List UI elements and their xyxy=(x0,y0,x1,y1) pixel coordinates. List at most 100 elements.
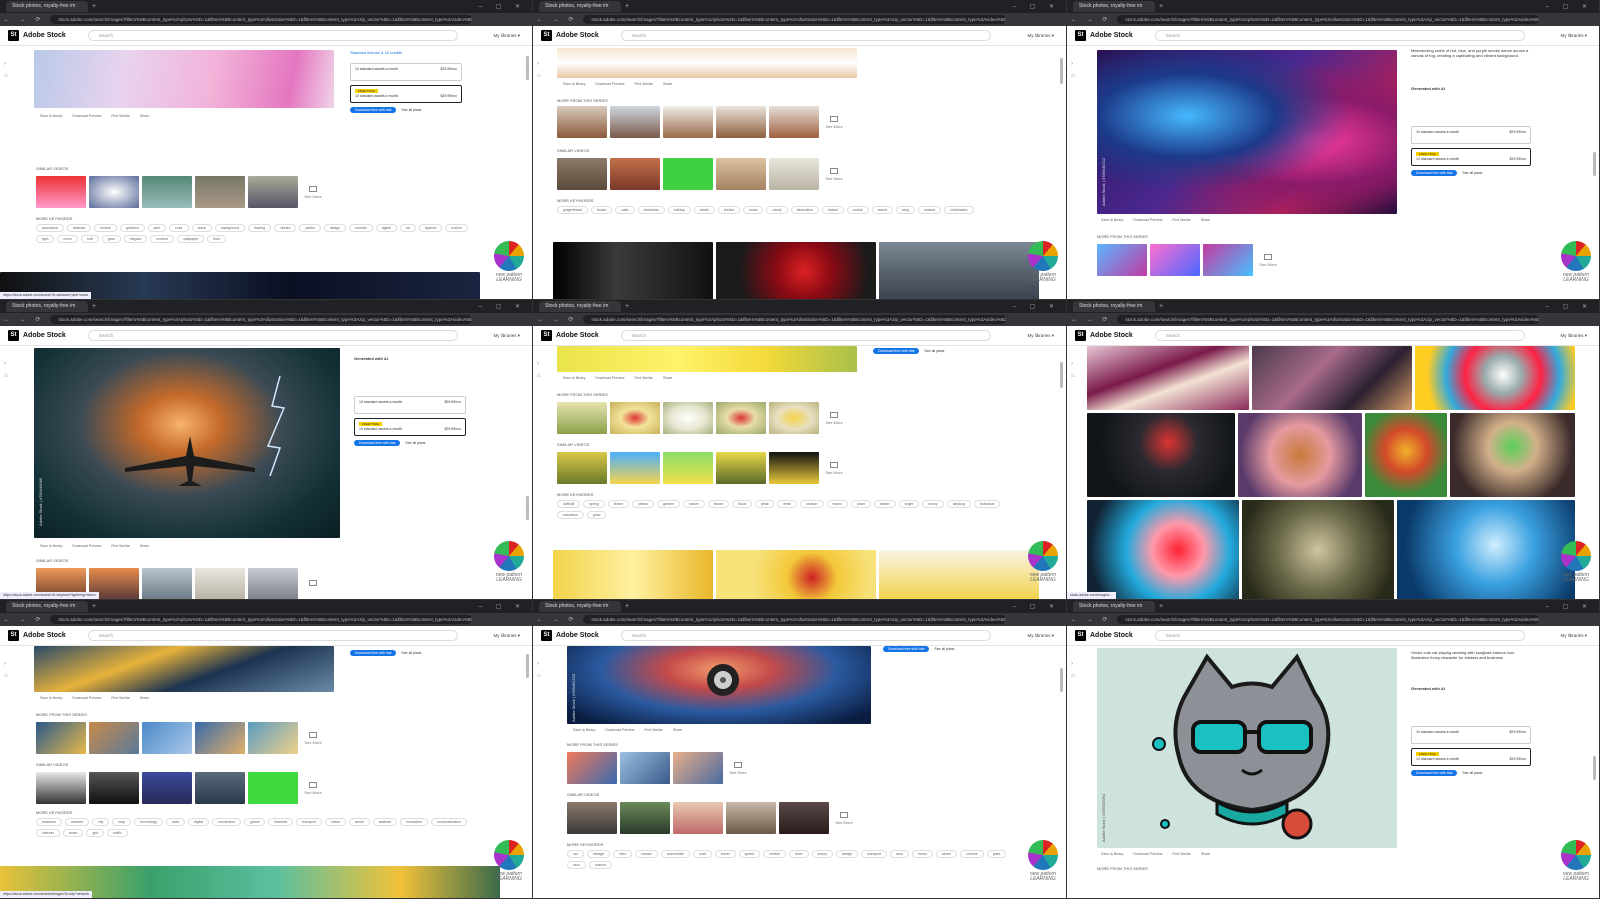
keyword-chip[interactable]: pastel xyxy=(299,224,321,232)
browser-tab[interactable]: Stock photos, royalty-free im xyxy=(539,1,621,12)
adobe-stock-logo[interactable]: St xyxy=(541,630,552,641)
thumbnail[interactable] xyxy=(195,722,245,754)
keyword-chip[interactable]: narcissus xyxy=(557,511,584,519)
browser-tab[interactable]: Stock photos, royalty-free im xyxy=(6,601,88,612)
keyword-chip[interactable]: decoration xyxy=(790,206,820,214)
window-controls[interactable]: – ▢ ✕ xyxy=(479,3,526,10)
rail-icons[interactable]: › ⌂ xyxy=(4,358,8,382)
keyword-chip[interactable]: season xyxy=(918,206,942,214)
scrollbar[interactable] xyxy=(1593,152,1596,176)
keyword-chip[interactable]: light xyxy=(36,235,55,243)
image-tile[interactable] xyxy=(1365,413,1447,497)
keyword-chip[interactable]: wheel xyxy=(935,850,958,858)
keyword-chip[interactable]: snow xyxy=(743,206,764,214)
new-tab-icon[interactable]: + xyxy=(625,303,629,310)
main-image[interactable] xyxy=(34,50,334,108)
thumbnail[interactable] xyxy=(567,802,617,834)
preview-button[interactable]: Download Preview xyxy=(595,82,624,86)
keyword-chip[interactable]: abstract xyxy=(66,224,92,232)
browser-tab[interactable]: Stock photos, royalty-free im xyxy=(6,301,88,312)
rail-icons[interactable]: › ⌂ xyxy=(537,658,541,682)
save-library-button[interactable]: Save to library xyxy=(1101,852,1123,856)
keyword-chip[interactable]: festive xyxy=(718,206,741,214)
window-controls[interactable]: – ▢ ✕ xyxy=(1546,303,1593,310)
libraries-menu[interactable]: My libraries ▾ xyxy=(1560,633,1587,639)
image-tile[interactable] xyxy=(1238,413,1362,497)
keyword-chip[interactable]: race xyxy=(567,861,586,869)
nav-icons[interactable]: ← → ⟳ xyxy=(4,616,44,623)
address-input[interactable]: stock.adobe.com/search/images?filters%5B… xyxy=(50,15,472,24)
keyword-chip[interactable]: ladybug xyxy=(946,500,971,508)
see-plans-link[interactable]: See all plans xyxy=(401,108,421,112)
nav-icons[interactable]: ← → ⟳ xyxy=(1071,616,1111,623)
libraries-menu[interactable]: My libraries ▾ xyxy=(1027,633,1054,639)
new-tab-icon[interactable]: + xyxy=(625,3,629,10)
keyword-chip[interactable]: season xyxy=(800,500,824,508)
adobe-stock-logo[interactable]: St xyxy=(1075,30,1086,41)
site-name[interactable]: Adobe Stock xyxy=(1090,32,1133,39)
option-standard[interactable]: 10 standard assets a month $29.99/mo xyxy=(1411,126,1531,144)
download-button[interactable]: Download free with trial xyxy=(354,440,401,446)
browser-tab[interactable]: Stock photos, royalty-free im xyxy=(1073,1,1155,12)
image-tile[interactable] xyxy=(716,550,876,599)
keyword-chip[interactable]: gradient xyxy=(119,224,145,232)
thumbnail[interactable] xyxy=(1097,244,1147,276)
keyword-chip[interactable]: city xyxy=(92,818,110,826)
thumbnail[interactable] xyxy=(142,176,192,208)
search-input[interactable]: Search xyxy=(87,30,458,41)
keyword-chip[interactable]: curve xyxy=(57,235,78,243)
keyword-chip[interactable]: art xyxy=(399,224,416,232)
keyword-chip[interactable]: communication xyxy=(431,818,467,826)
keyword-chip[interactable]: bloom xyxy=(707,500,730,508)
keyword-chip[interactable]: daffodil xyxy=(557,500,581,508)
scrollbar[interactable] xyxy=(526,496,529,520)
scrollbar[interactable] xyxy=(1060,362,1063,388)
keyword-chip[interactable]: holiday xyxy=(667,206,691,214)
thumbnail[interactable] xyxy=(610,158,660,190)
site-name[interactable]: Adobe Stock xyxy=(556,632,599,639)
keyword-chip[interactable]: flowing xyxy=(248,224,271,232)
save-library-button[interactable]: Save to library xyxy=(563,376,585,380)
keyword-chip[interactable]: innovation xyxy=(400,818,429,826)
site-name[interactable]: Adobe Stock xyxy=(556,32,599,39)
keyword-chip[interactable]: panorama xyxy=(36,224,64,232)
adobe-stock-logo[interactable]: St xyxy=(541,30,552,41)
keyword-chip[interactable]: bright xyxy=(898,500,920,508)
libraries-menu[interactable]: My libraries ▾ xyxy=(493,33,520,39)
keyword-chip[interactable]: plant xyxy=(851,500,871,508)
keyword-chip[interactable]: abstract xyxy=(372,818,398,826)
site-name[interactable]: Adobe Stock xyxy=(23,632,66,639)
search-input[interactable]: Search xyxy=(620,30,991,41)
nav-icons[interactable]: ← → ⟳ xyxy=(537,616,577,623)
rail-icons[interactable]: › ⌂ xyxy=(4,658,8,682)
keyword-chip[interactable]: futuristic xyxy=(268,818,294,826)
keyword-chip[interactable]: wave xyxy=(191,224,212,232)
rail-icons[interactable]: › ⌂ xyxy=(1071,358,1075,382)
save-library-button[interactable]: Save to library xyxy=(40,696,62,700)
keyword-chip[interactable]: transport xyxy=(861,850,888,858)
thumbnail[interactable] xyxy=(195,176,245,208)
image-tile[interactable] xyxy=(1450,413,1575,497)
find-similar-button[interactable]: Find Similar xyxy=(634,82,652,86)
address-input[interactable]: stock.adobe.com/search/images?filters%5B… xyxy=(1117,15,1539,24)
save-library-button[interactable]: Save to library xyxy=(40,544,62,548)
thumbnail[interactable] xyxy=(726,802,776,834)
scrollbar[interactable] xyxy=(1060,668,1063,692)
rail-icons[interactable]: › ⌂ xyxy=(1071,58,1075,82)
keyword-chip[interactable]: floral xyxy=(732,500,752,508)
license-link[interactable]: Standard license & 10 credits xyxy=(350,50,462,55)
keyword-chip[interactable]: travel xyxy=(715,850,736,858)
window-controls[interactable]: – ▢ ✕ xyxy=(479,603,526,610)
image-tile[interactable] xyxy=(1087,346,1249,410)
libraries-menu[interactable]: My libraries ▾ xyxy=(1560,33,1587,39)
see-more-button[interactable]: See More xyxy=(822,158,846,190)
search-input[interactable]: Search xyxy=(1154,630,1525,641)
browser-tab[interactable]: Stock photos, royalty-free im xyxy=(6,1,88,12)
download-button[interactable]: Download free with trial xyxy=(873,348,920,354)
browser-tab[interactable]: Stock photos, royalty-free im xyxy=(539,601,621,612)
keyword-chip[interactable]: classic xyxy=(635,850,658,858)
adobe-stock-logo[interactable]: St xyxy=(1075,330,1086,341)
address-input[interactable]: stock.adobe.com/search/images?filters%5B… xyxy=(1117,615,1539,624)
keyword-chip[interactable]: cookie xyxy=(846,206,869,214)
thumbnail[interactable] xyxy=(89,722,139,754)
